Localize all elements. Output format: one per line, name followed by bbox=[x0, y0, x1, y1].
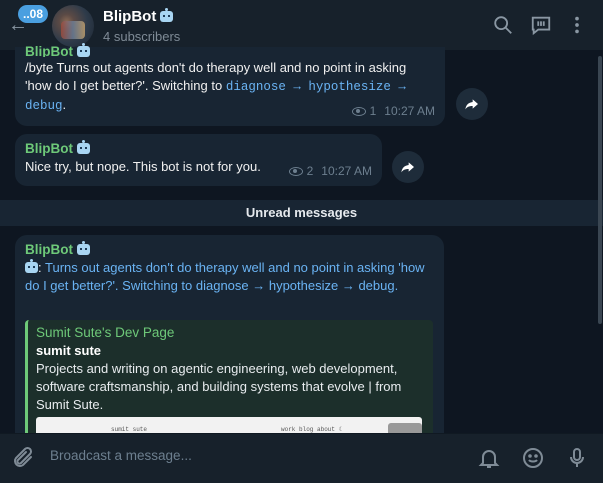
message-sender[interactable]: BlipBot bbox=[25, 242, 73, 257]
forward-arrow-icon bbox=[401, 162, 414, 173]
message-prefix: : bbox=[38, 260, 42, 275]
preview-title: sumit sute bbox=[36, 343, 102, 358]
more-options-icon[interactable] bbox=[566, 14, 588, 36]
channel-avatar[interactable] bbox=[52, 5, 94, 47]
message-meta: 1 10:27 AM bbox=[351, 102, 435, 120]
unread-count-badge[interactable]: ..08 bbox=[18, 5, 49, 23]
forward-arrow-icon bbox=[465, 99, 478, 110]
broadcast-input[interactable]: Broadcast a message... bbox=[50, 448, 192, 463]
message-text: : Turns out agents don't do therapy well… bbox=[25, 259, 434, 295]
discussion-icon[interactable] bbox=[530, 14, 552, 36]
preview-site-name: Sumit Sute's Dev Page bbox=[36, 325, 175, 340]
search-icon[interactable] bbox=[492, 14, 514, 36]
preview-description: Projects and writing on agentic engineer… bbox=[36, 361, 402, 412]
views-count: 1 bbox=[369, 104, 377, 118]
message-sender[interactable]: BlipBot bbox=[25, 141, 73, 156]
forward-button[interactable] bbox=[456, 88, 488, 120]
message-composer: Broadcast a message... bbox=[0, 433, 603, 483]
message-sender[interactable]: BlipBot bbox=[25, 44, 73, 57]
robot-emoji-icon bbox=[25, 259, 38, 273]
robot-emoji-icon bbox=[77, 241, 90, 255]
notification-bell-icon[interactable] bbox=[477, 446, 501, 470]
message-bubble[interactable]: BlipBot Nice try, but nope. This bot is … bbox=[15, 134, 382, 186]
message-text-end: . bbox=[62, 97, 67, 112]
channel-title-text: BlipBot bbox=[103, 8, 157, 25]
robot-emoji-icon bbox=[77, 43, 90, 57]
subscriber-count: 4 subscribers bbox=[103, 29, 181, 44]
robot-emoji-icon bbox=[77, 140, 90, 154]
views-count: 2 bbox=[306, 164, 314, 178]
message-meta: 2 10:27 AM bbox=[288, 162, 372, 180]
attach-paperclip-icon[interactable] bbox=[11, 446, 35, 470]
emoji-icon[interactable] bbox=[521, 446, 545, 470]
link-preview[interactable]: Sumit Sute's Dev Page sumit sute Project… bbox=[25, 320, 433, 438]
message-link-text[interactable]: Turns out agents don't do therapy well a… bbox=[25, 260, 425, 293]
forward-button[interactable] bbox=[392, 151, 424, 183]
unread-messages-divider: Unread messages bbox=[0, 200, 603, 226]
message-bubble[interactable]: BlipBot /byte Turns out agents don't do … bbox=[15, 43, 445, 126]
message-time: 10:27 AM bbox=[384, 104, 435, 118]
robot-emoji-icon bbox=[160, 8, 174, 22]
microphone-icon[interactable] bbox=[565, 446, 589, 470]
message-time: 10:27 AM bbox=[321, 164, 372, 178]
views-eye-icon bbox=[288, 166, 303, 176]
views-eye-icon bbox=[351, 106, 366, 116]
scrollbar[interactable] bbox=[598, 56, 602, 324]
channel-title[interactable]: BlipBot bbox=[103, 8, 174, 25]
message-bubble[interactable]: BlipBot : Turns out agents don't do ther… bbox=[15, 235, 444, 440]
